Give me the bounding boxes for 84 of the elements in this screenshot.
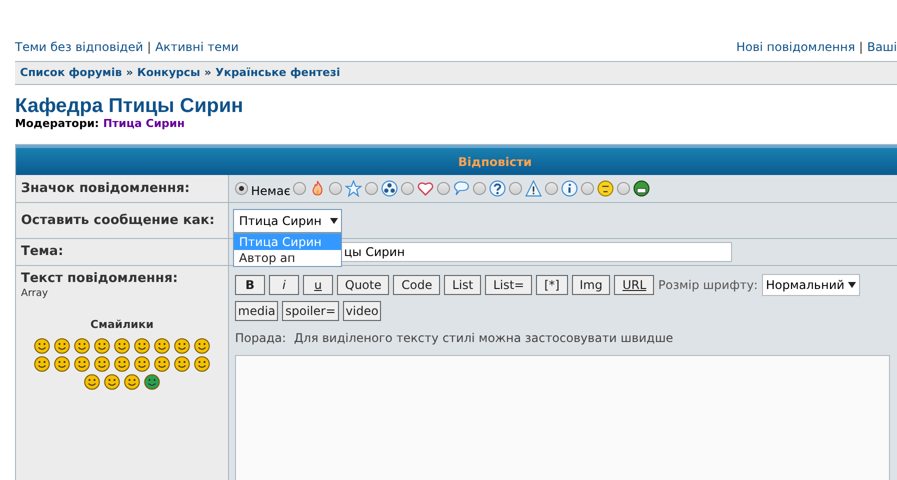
smiley-icon[interactable]: [174, 338, 190, 354]
smiley-icon[interactable]: [144, 374, 160, 390]
speech-bubble-icon: [453, 180, 470, 197]
radio-button[interactable]: [545, 182, 558, 195]
option-label: Немає: [251, 182, 290, 200]
caret-icon: [330, 218, 338, 224]
smiley-icon[interactable]: [154, 338, 170, 354]
smiley-icon[interactable]: [74, 338, 90, 354]
format-button[interactable]: Img: [572, 275, 610, 295]
radio-button[interactable]: [401, 182, 414, 195]
field-label: Значок повідомлення:: [20, 180, 191, 198]
field-label: Оставить сообщение как:: [20, 212, 216, 230]
smiley-icon[interactable]: [54, 338, 70, 354]
smiley-icon[interactable]: [34, 356, 50, 372]
nav-link[interactable]: Конкурсы: [137, 64, 200, 82]
smiley-icon[interactable]: [114, 338, 130, 354]
format-button[interactable]: List=: [485, 275, 532, 295]
smiley-icon[interactable]: [74, 356, 90, 372]
info-icon: [561, 180, 578, 197]
format-button[interactable]: video: [342, 301, 382, 321]
field-label: Тема:: [20, 243, 64, 262]
field-label: Текст повідомлення:: [20, 271, 179, 286]
grin-icon: [633, 180, 650, 197]
smiley-icon[interactable]: [94, 356, 110, 372]
format-button[interactable]: [*]: [536, 275, 568, 295]
radio-button[interactable]: [235, 182, 248, 195]
format-button[interactable]: Code: [393, 275, 440, 295]
moderators-label: Модератори:: [15, 117, 100, 130]
radio-button[interactable]: [617, 182, 630, 195]
format-button[interactable]: Quote: [337, 275, 390, 295]
separator: |: [859, 39, 864, 56]
radiation-icon: [381, 180, 398, 197]
field-note: Array: [20, 287, 49, 301]
smiley-icon[interactable]: [34, 338, 50, 354]
forum-title: Кафедра Птицы Сирин: [15, 95, 244, 117]
smiley-icon[interactable]: [84, 374, 100, 390]
smiley-icon: [597, 180, 614, 197]
smiley-icon[interactable]: [124, 374, 140, 390]
nav-link[interactable]: Нові повідомлення: [736, 38, 856, 56]
moderator-link[interactable]: Птица Сирин: [103, 117, 185, 130]
radio-button[interactable]: [365, 182, 378, 195]
separator: |: [147, 39, 152, 56]
format-button[interactable]: spoiler=: [282, 301, 339, 321]
nav-link[interactable]: Теми без відповідей: [15, 38, 144, 56]
font-size-label: Розмір шрифту:: [658, 277, 758, 294]
smiley-icon[interactable]: [194, 356, 210, 372]
hint-label: Порада:: [235, 330, 286, 347]
radio-button[interactable]: [293, 182, 306, 195]
radio-button[interactable]: [473, 182, 486, 195]
hint-text: Для виділеного тексту стилі можна застосовувати швидше: [294, 330, 674, 347]
heart-icon: [417, 180, 434, 197]
font-size-select[interactable]: Нормальний: [762, 274, 860, 296]
format-button[interactable]: media: [235, 301, 278, 321]
format-button[interactable]: URL: [614, 275, 654, 295]
nav-link[interactable]: Активні теми: [155, 38, 239, 56]
smiley-icon[interactable]: [174, 356, 190, 372]
radio-button[interactable]: [329, 182, 342, 195]
smiley-icon[interactable]: [114, 356, 130, 372]
smiley-icon[interactable]: [194, 338, 210, 354]
format-button[interactable]: u: [303, 275, 333, 295]
caret-icon: [848, 282, 856, 288]
smiley-icon[interactable]: [94, 338, 110, 354]
nav-link[interactable]: Українське фентезі: [215, 64, 340, 82]
format-button[interactable]: List: [444, 275, 482, 295]
author-select[interactable]: Птица Сирин: [233, 208, 342, 232]
nav-link[interactable]: Список форумів: [20, 64, 122, 82]
format-button[interactable]: B: [235, 275, 265, 295]
separator: »: [204, 64, 212, 81]
warning-icon: [525, 180, 542, 197]
nav-link[interactable]: Ваші: [867, 38, 897, 56]
smiley-icon[interactable]: [154, 356, 170, 372]
smiley-icon[interactable]: [54, 356, 70, 372]
form-title: Відповісти: [458, 154, 532, 170]
star-icon: [345, 180, 362, 197]
smiley-icon[interactable]: [104, 374, 120, 390]
format-button[interactable]: i: [269, 275, 299, 295]
smilies-title: Смайлики: [89, 317, 155, 333]
question-icon: [489, 180, 506, 197]
radio-button[interactable]: [581, 182, 594, 195]
smiley-icon[interactable]: [134, 356, 150, 372]
smiley-icon[interactable]: [134, 338, 150, 354]
separator: »: [126, 64, 134, 81]
radio-button[interactable]: [437, 182, 450, 195]
radio-button[interactable]: [509, 182, 522, 195]
